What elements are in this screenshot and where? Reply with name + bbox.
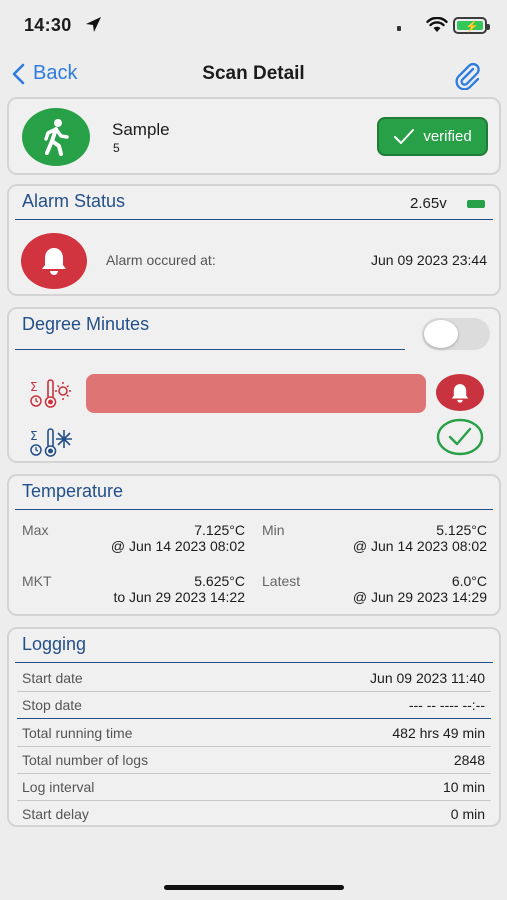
- low-temperature-icon: Σ: [30, 428, 72, 457]
- log-row-value: Jun 09 2023 11:40: [370, 670, 485, 686]
- location-arrow-icon: [86, 17, 101, 32]
- log-row-label: Total number of logs: [22, 752, 149, 768]
- verified-label: verified: [423, 128, 472, 145]
- wifi-icon: [426, 17, 448, 32]
- log-row-label: Stop date: [22, 697, 82, 713]
- max-label: Max: [22, 522, 49, 538]
- temperature-title: Temperature: [22, 481, 124, 501]
- sample-number: 5: [113, 141, 120, 155]
- bell-alarm-icon: [436, 374, 484, 411]
- alarm-occurred-date: Jun 09 2023 23:44: [371, 252, 487, 268]
- high-temperature-icon: Σ: [30, 379, 71, 408]
- log-row-total-logs: Total number of logs 2848: [21, 747, 487, 773]
- log-row-value: --- -- ---- --:--: [408, 697, 485, 713]
- log-row-stop-date: Stop date --- -- ---- --:--: [21, 692, 487, 718]
- alarm-status-title: Alarm Status: [22, 191, 126, 211]
- status-bar: 14:30 ⚡: [0, 0, 507, 52]
- checkmark-icon: [394, 128, 415, 144]
- log-row-start-date: Start date Jun 09 2023 11:40: [21, 665, 487, 691]
- battery-level-icon: [467, 200, 485, 208]
- temperature-card: Temperature Max 7.125°C @ Jun 14 2023 08…: [7, 474, 501, 616]
- page-title: Scan Detail: [202, 63, 305, 84]
- log-row-label: Start delay: [22, 806, 89, 822]
- alarm-occurred-label: Alarm occured at:: [106, 252, 216, 268]
- log-row-label: Start date: [22, 670, 83, 686]
- check-circle-icon: [436, 418, 484, 456]
- bell-alarm-icon: [21, 233, 87, 289]
- latest-time: @ Jun 29 2023 14:29: [352, 589, 487, 605]
- sample-card: Sample 5 verified: [7, 97, 501, 175]
- battery-voltage: 2.65v: [410, 195, 447, 212]
- status-time: 14:30: [24, 15, 72, 35]
- row-divider: [17, 718, 491, 719]
- log-row-value: 482 hrs 49 min: [392, 725, 485, 741]
- log-row-start-delay: Start delay 0 min: [21, 801, 487, 827]
- log-row-value: 10 min: [442, 779, 485, 795]
- max-time: @ Jun 14 2023 08:02: [110, 538, 245, 554]
- latest-label: Latest: [262, 573, 301, 589]
- min-value: 5.125°C: [436, 522, 487, 538]
- sample-name: Sample: [112, 120, 170, 139]
- section-divider: [15, 509, 493, 510]
- log-row-running-time: Total running time 482 hrs 49 min: [21, 720, 487, 746]
- section-divider: [15, 219, 493, 220]
- section-divider: [15, 662, 493, 663]
- verified-badge: verified: [377, 117, 488, 156]
- latest-value: 6.0°C: [451, 573, 487, 589]
- cellular-signal-icon: [397, 26, 401, 31]
- min-time: @ Jun 14 2023 08:02: [352, 538, 487, 554]
- battery-icon: ⚡: [453, 17, 490, 34]
- log-row-interval: Log interval 10 min: [21, 774, 487, 800]
- alarm-status-card: Alarm Status 2.65v Alarm occured at: Jun…: [7, 184, 501, 296]
- logging-card: Logging Start date Jun 09 2023 11:40 Sto…: [7, 627, 501, 827]
- paperclip-icon[interactable]: [452, 60, 482, 90]
- max-value: 7.125°C: [194, 522, 245, 538]
- mkt-time: to Jun 29 2023 14:22: [113, 589, 245, 605]
- degree-minutes-high-bar: [86, 374, 426, 413]
- walking-person-icon: [22, 108, 90, 166]
- degree-minutes-card: Degree Minutes Σ Σ: [7, 307, 501, 463]
- svg-text:Σ: Σ: [30, 429, 38, 443]
- home-indicator[interactable]: [164, 885, 344, 890]
- logging-title: Logging: [22, 634, 87, 654]
- section-divider: [15, 349, 405, 350]
- log-row-value: 2848: [453, 752, 485, 768]
- mkt-label: MKT: [22, 573, 52, 589]
- log-row-value: 0 min: [450, 806, 485, 822]
- degree-minutes-title: Degree Minutes: [22, 314, 150, 334]
- svg-text:Σ: Σ: [30, 380, 38, 394]
- navigation-bar: Back Scan Detail: [0, 52, 507, 96]
- log-row-label: Total running time: [22, 725, 133, 741]
- log-row-label: Log interval: [22, 779, 95, 795]
- min-label: Min: [262, 522, 285, 538]
- mkt-value: 5.625°C: [194, 573, 245, 589]
- degree-minutes-toggle[interactable]: [422, 318, 490, 350]
